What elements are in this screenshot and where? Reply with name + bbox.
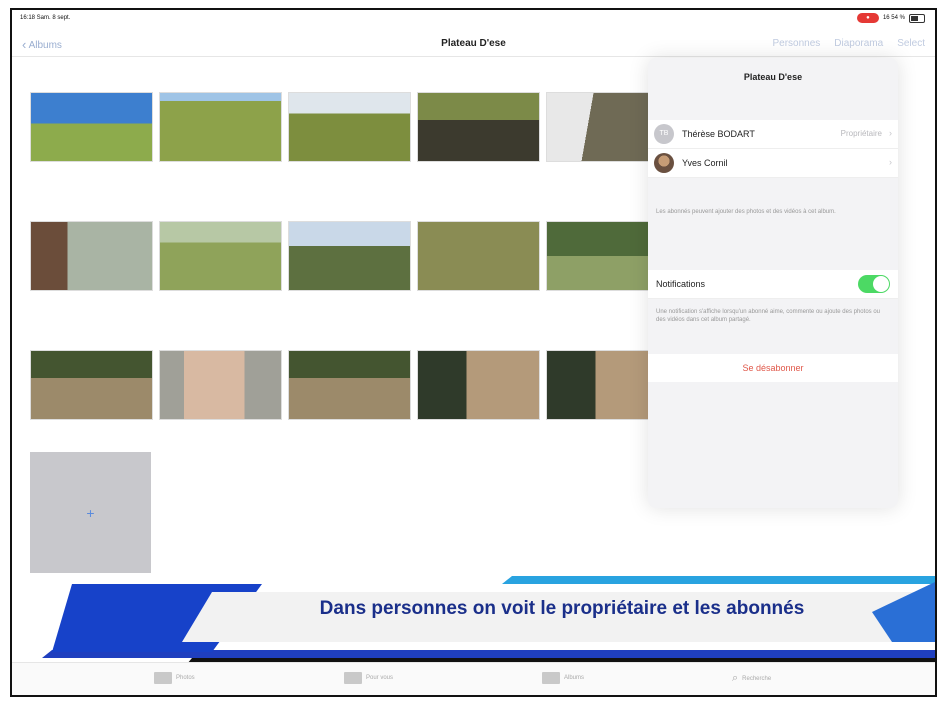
photo-thumbnail[interactable] [417,221,540,291]
search-icon: ⌕ [732,672,739,684]
owner-avatar: TB [654,124,674,144]
photo-thumbnail[interactable] [288,221,411,291]
recording-indicator: ● [856,13,879,23]
photo-thumbnail[interactable] [30,221,153,291]
unsubscribe-button[interactable]: Se désabonner [648,354,898,382]
photo-thumbnail[interactable] [30,92,153,162]
select-button[interactable]: Select [897,38,925,49]
status-indicators: ● 16 54 % [856,13,925,23]
people-button[interactable]: Personnes [772,38,820,49]
photo-thumbnail[interactable] [288,350,411,420]
battery-icon [909,13,925,23]
popover-title: Plateau D'ese [743,72,803,82]
navigation-bar: ‹ Albums Plateau D'ese Personnes Diapora… [12,28,935,57]
slideshow-button[interactable]: Diaporama [834,38,883,49]
albums-icon [542,672,560,684]
photo-thumbnail[interactable] [417,350,540,420]
photos-icon [154,672,172,684]
app-window: 16:18 Sam. 8 sept. ● 16 54 % ‹ Albums Pl… [10,8,937,697]
tab-bar: Photos Pour vous Albums ⌕ Recherche [12,662,935,695]
tab-label: Pour vous [366,675,394,681]
tab-for-you[interactable]: Pour vous [344,672,393,684]
status-time: 16:18 Sam. 8 sept. [20,15,71,21]
tab-label: Albums [564,675,585,681]
status-bar: 16:18 Sam. 8 sept. ● 16 54 % [12,10,935,28]
notifications-toggle[interactable] [858,275,890,293]
subscriber-row[interactable]: Yves Cornil › [648,149,898,178]
battery-percent: 16 54 % [882,15,905,21]
owner-name: Thérèse BODART [682,129,755,139]
caption-text: Dans personnes on voit le propriétaire e… [319,598,805,619]
caption-banner [42,576,935,664]
subscriber-avatar [654,153,674,173]
tab-label: Recherche [742,675,772,682]
owner-row[interactable]: TB Thérèse BODART Propriétaire › [648,120,898,149]
tab-photos[interactable]: Photos [154,672,195,684]
photo-thumbnail[interactable] [417,92,540,162]
tab-search[interactable]: ⌕ Recherche [732,672,771,685]
owner-role: Propriétaire [840,129,882,138]
photo-thumbnail[interactable] [159,221,282,291]
chevron-right-icon: › [889,128,892,138]
subscribers-note: Les abonnés peuvent ajouter des photos e… [656,209,836,215]
people-popover: Plateau D'ese TB Thérèse BODART Propriét… [648,58,898,508]
chevron-right-icon: › [889,157,892,167]
subscriber-name: Yves Cornil [682,158,728,168]
toggle-knob [873,276,889,292]
nav-actions: Personnes Diaporama Select [772,38,925,49]
notifications-row: Notifications [648,270,898,299]
photo-thumbnail[interactable] [159,350,282,420]
notifications-note: Une notification s'affiche lorsqu'un abo… [656,309,880,323]
photo-thumbnail[interactable] [288,92,411,162]
photo-thumbnail[interactable] [30,350,153,420]
plus-icon: + [86,504,95,521]
tab-albums[interactable]: Albums [542,672,584,684]
add-photo-button[interactable]: + [30,452,151,573]
notifications-label: Notifications [656,279,706,289]
photo-thumbnail[interactable] [159,92,282,162]
tab-label: Photos [176,675,195,681]
for-you-icon [344,672,362,684]
